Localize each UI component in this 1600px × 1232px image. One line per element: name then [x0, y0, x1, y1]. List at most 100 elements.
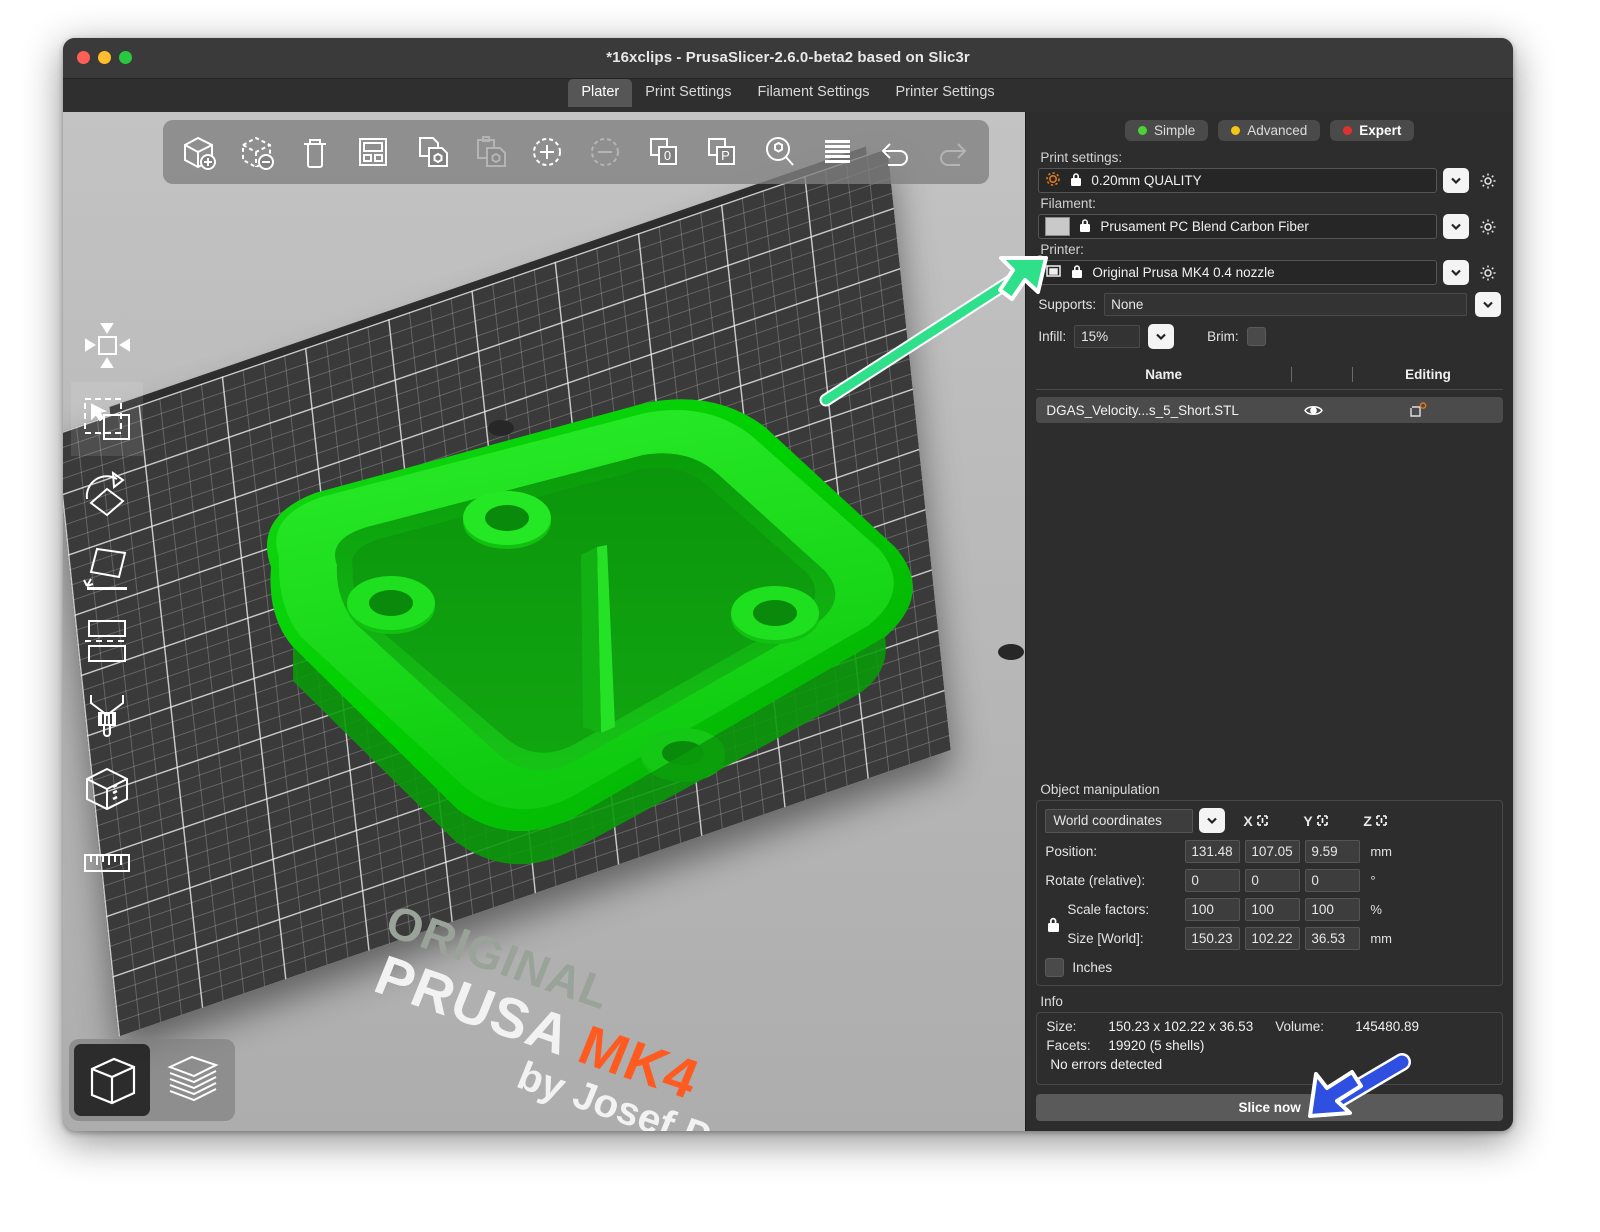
- svg-text:0: 0: [664, 148, 671, 163]
- preset-section: Print settings: 0.20mm QUALITY Filament:…: [1026, 147, 1513, 349]
- coordinate-system-value: World coordinates: [1053, 813, 1162, 828]
- view-switch[interactable]: [69, 1039, 235, 1121]
- split-to-objects-icon[interactable]: 0: [637, 126, 689, 178]
- filament-gear-icon[interactable]: [1475, 214, 1501, 239]
- scale-row[interactable]: Scale factors: 100 100 100 %: [1045, 898, 1494, 921]
- add-instance-icon[interactable]: [521, 126, 573, 178]
- infill-label: Infill:: [1038, 329, 1067, 344]
- seam-gizmo-icon[interactable]: [71, 752, 143, 826]
- rotate-y-input[interactable]: 0: [1245, 869, 1301, 892]
- search-icon[interactable]: [753, 126, 805, 178]
- size-x-input[interactable]: 150.23: [1185, 927, 1241, 950]
- mode-advanced-dot: [1231, 126, 1241, 135]
- print-settings-combo[interactable]: 0.20mm QUALITY: [1038, 168, 1437, 193]
- info-volume-value: 145480.89: [1355, 1019, 1420, 1034]
- mode-expert-button[interactable]: Expert: [1330, 120, 1415, 141]
- top-toolbar[interactable]: 0 P: [163, 120, 989, 184]
- printer-lock-icon: [1070, 264, 1084, 282]
- tab-print-settings[interactable]: Print Settings: [632, 79, 744, 107]
- delete-all-icon[interactable]: [289, 126, 341, 178]
- printer-row[interactable]: Original Prusa MK4 0.4 nozzle: [1038, 260, 1501, 285]
- position-z-input[interactable]: 9.59: [1305, 840, 1361, 863]
- filament-dropdown-arrow[interactable]: [1443, 214, 1469, 239]
- coordinate-system-select[interactable]: World coordinates: [1045, 808, 1194, 833]
- inches-row[interactable]: Inches: [1045, 958, 1494, 977]
- table-row[interactable]: DGAS_Velocity...s_5_Short.STL: [1036, 397, 1503, 423]
- delete-object-icon[interactable]: [231, 126, 283, 178]
- title-bar: *16xclips - PrusaSlicer-2.6.0-beta2 base…: [63, 38, 1513, 79]
- inches-label: Inches: [1072, 960, 1113, 975]
- mode-advanced-button[interactable]: Advanced: [1218, 120, 1321, 141]
- editor-view-icon[interactable]: [74, 1044, 150, 1116]
- brim-checkbox[interactable]: [1246, 327, 1266, 346]
- size-z-input[interactable]: 36.53: [1305, 927, 1361, 950]
- coordinate-row[interactable]: World coordinates X Y Z: [1045, 808, 1494, 833]
- print-settings-dropdown-arrow[interactable]: [1443, 168, 1469, 193]
- mode-simple-button[interactable]: Simple: [1124, 120, 1209, 141]
- axis-y-header: Y: [1303, 813, 1363, 829]
- printer-dropdown-arrow[interactable]: [1443, 260, 1469, 285]
- position-x-input[interactable]: 131.48: [1185, 840, 1241, 863]
- 3d-viewport[interactable]: ORIGINAL PRUSA MK4 by Josef Prusa: [63, 112, 1026, 1131]
- variable-layer-height-icon[interactable]: [811, 126, 863, 178]
- filament-value: Prusament PC Blend Carbon Fiber: [1100, 219, 1309, 234]
- position-y-input[interactable]: 107.05: [1245, 840, 1301, 863]
- scale-y-input[interactable]: 100: [1245, 898, 1301, 921]
- object-list[interactable]: Name Editing DGAS_Velocity...s_5_Short.S…: [1036, 363, 1503, 776]
- scale-label: Scale factors:: [1067, 902, 1150, 917]
- paint-support-gizmo-icon[interactable]: [71, 678, 143, 752]
- rotate-z-input[interactable]: 0: [1305, 869, 1361, 892]
- editing-icon[interactable]: [1343, 401, 1493, 419]
- copy-icon[interactable]: [405, 126, 457, 178]
- info-volume-label: Volume:: [1275, 1019, 1324, 1034]
- cut-gizmo-icon[interactable]: [71, 604, 143, 678]
- tab-filament-settings[interactable]: Filament Settings: [744, 79, 882, 107]
- printer-gear-icon[interactable]: [1475, 260, 1501, 285]
- rotate-label: Rotate (relative):: [1045, 873, 1146, 888]
- infill-combo[interactable]: 15%: [1074, 325, 1141, 348]
- scale-gizmo-icon[interactable]: [71, 382, 143, 456]
- infill-row[interactable]: Infill: 15% Brim:: [1038, 324, 1501, 349]
- supports-label: Supports:: [1038, 297, 1097, 312]
- inches-checkbox[interactable]: [1045, 958, 1065, 977]
- tab-plater[interactable]: Plater: [568, 79, 633, 107]
- rotate-x-input[interactable]: 0: [1185, 869, 1241, 892]
- tab-printer-settings[interactable]: Printer Settings: [883, 79, 1008, 107]
- slice-now-button[interactable]: Slice now: [1036, 1094, 1503, 1121]
- preview-view-icon[interactable]: [154, 1044, 230, 1116]
- print-settings-row[interactable]: 0.20mm QUALITY: [1038, 168, 1501, 193]
- print-settings-gear-icon[interactable]: [1475, 168, 1501, 193]
- eye-icon[interactable]: [1283, 404, 1343, 417]
- object-list-body: [1036, 423, 1503, 776]
- supports-row[interactable]: Supports: None: [1038, 292, 1501, 317]
- uniform-scale-lock-icon[interactable]: [1045, 916, 1061, 936]
- print-settings-label: Print settings:: [1040, 150, 1123, 165]
- printer-combo[interactable]: Original Prusa MK4 0.4 nozzle: [1038, 260, 1437, 285]
- remove-instance-icon: [579, 126, 631, 178]
- place-on-face-gizmo-icon[interactable]: [71, 530, 143, 604]
- scale-x-input[interactable]: 100: [1185, 898, 1241, 921]
- info-errors-row: No errors detected: [1046, 1057, 1493, 1072]
- move-gizmo-icon[interactable]: [71, 308, 143, 382]
- left-gizmo-toolbar[interactable]: [69, 308, 145, 900]
- coordinate-dropdown-arrow[interactable]: [1199, 808, 1226, 833]
- undo-icon[interactable]: [869, 126, 921, 178]
- rotate-row[interactable]: Rotate (relative): 0 0 0 °: [1045, 869, 1494, 892]
- supports-combo[interactable]: None: [1104, 293, 1467, 316]
- measure-gizmo-icon[interactable]: [71, 826, 143, 900]
- size-row[interactable]: Size [World]: 150.23 102.22 36.53 mm: [1045, 917, 1494, 950]
- size-y-input[interactable]: 102.22: [1245, 927, 1301, 950]
- infill-dropdown-arrow[interactable]: [1148, 324, 1175, 349]
- filament-row[interactable]: Prusament PC Blend Carbon Fiber: [1038, 214, 1501, 239]
- model-object[interactable]: [245, 397, 935, 867]
- arrange-icon[interactable]: [347, 126, 399, 178]
- filament-combo[interactable]: Prusament PC Blend Carbon Fiber: [1038, 214, 1437, 239]
- supports-dropdown-arrow[interactable]: [1475, 292, 1501, 317]
- mode-selector[interactable]: Simple Advanced Expert: [1026, 112, 1513, 147]
- split-to-parts-icon[interactable]: P: [695, 126, 747, 178]
- size-label: Size [World]:: [1067, 931, 1144, 946]
- position-row[interactable]: Position: 131.48 107.05 9.59 mm: [1045, 840, 1494, 863]
- scale-z-input[interactable]: 100: [1305, 898, 1361, 921]
- rotate-gizmo-icon[interactable]: [71, 456, 143, 530]
- add-object-icon[interactable]: [173, 126, 225, 178]
